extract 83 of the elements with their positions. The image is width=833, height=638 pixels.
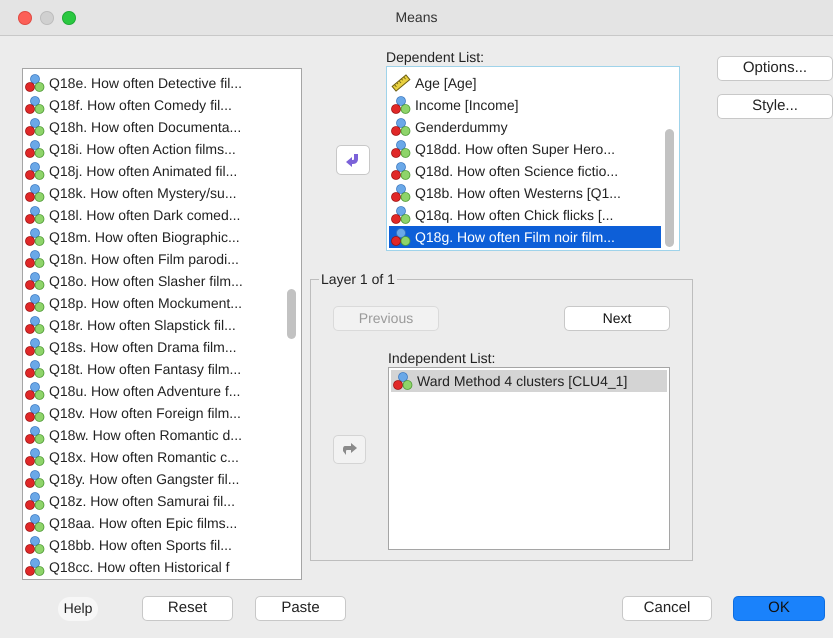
list-item[interactable]: Q18n. How often Film parodi... [25,248,283,270]
move-left-button[interactable] [336,145,370,175]
list-item[interactable]: Q18u. How often Adventure f... [25,380,283,402]
nominal-variable-icon [25,558,45,576]
list-item[interactable]: Q18m. How often Biographic... [25,226,283,248]
list-item[interactable]: Q18k. How often Mystery/su... [25,182,283,204]
nominal-variable-icon [25,162,45,180]
next-button[interactable]: Next [564,306,670,331]
nominal-variable-icon [391,184,411,202]
close-button[interactable] [18,10,32,24]
zoom-button[interactable] [62,10,76,24]
nominal-variable-icon [25,316,45,334]
nominal-variable-icon [25,492,45,510]
list-item[interactable]: Ward Method 4 clusters [CLU4_1] [391,370,667,392]
cancel-button[interactable]: Cancel [622,596,712,621]
list-item[interactable]: Q18i. How often Action films... [25,138,283,160]
nominal-variable-icon [25,206,45,224]
variable-list[interactable] [22,68,302,580]
nominal-variable-icon [391,162,411,180]
nominal-variable-icon [25,250,45,268]
list-item[interactable]: Q18aa. How often Epic films... [25,512,283,534]
list-item[interactable]: Q18z. How often Samurai fil... [25,490,283,512]
nominal-variable-icon [25,448,45,466]
list-item[interactable]: Q18y. How often Gangster fil... [25,468,283,490]
list-item[interactable]: Q18dd. How often Super Hero... [389,138,661,160]
list-item[interactable]: Q18p. How often Mockument... [25,292,283,314]
list-item[interactable]: Q18t. How often Fantasy film... [25,358,283,380]
nominal-variable-icon [25,514,45,532]
list-item[interactable]: Genderdummy [389,116,661,138]
list-item[interactable]: Age [Age] [389,72,661,94]
independent-list[interactable]: Ward Method 4 clusters [CLU4_1] [388,367,670,550]
nominal-variable-icon [391,96,411,114]
nominal-variable-icon [25,118,45,136]
help-button[interactable]: Help [58,596,98,620]
list-item[interactable]: Q18l. How often Dark comed... [25,204,283,226]
list-item[interactable]: Q18s. How often Drama film... [25,336,283,358]
list-item[interactable]: Q18f. How often Comedy fil... [25,94,283,116]
dialog-button[interactable]: Paste [255,596,346,621]
nominal-variable-icon [25,228,45,246]
list-label: Dependent List: [386,48,486,66]
list-item[interactable]: Q18q. How often Chick flicks [... [389,204,661,226]
nominal-variable-icon [25,536,45,554]
nominal-variable-icon [25,272,45,290]
nominal-variable-icon [25,338,45,356]
list-item[interactable]: Q18v. How often Foreign film... [25,402,283,424]
dialog-button[interactable]: Options... [717,56,833,81]
nominal-variable-icon [391,206,411,224]
nominal-variable-icon [391,118,411,136]
list-item[interactable]: Q18x. How often Romantic c... [25,446,283,468]
nominal-variable-icon [25,426,45,444]
list-item[interactable]: Q18b. How often Westerns [Q1... [389,182,661,204]
list-item[interactable]: Q18w. How often Romantic d... [25,424,283,446]
window-title: Means [395,8,438,27]
nominal-variable-icon [391,228,411,246]
list-item[interactable]: Q18cc. How often Historical f [25,556,283,578]
list-item[interactable]: Q18o. How often Slasher film... [25,270,283,292]
list-label: Independent List: [388,349,496,367]
list-item[interactable]: Q18r. How often Slapstick fil... [25,314,283,336]
nominal-variable-icon [25,140,45,158]
dialog-button[interactable]: Reset [142,596,233,621]
list-item[interactable]: Q18d. How often Science fictio... [389,160,661,182]
dialog-button[interactable]: Style... [717,94,833,119]
dependent-list[interactable] [386,66,680,251]
list-item[interactable]: Q18bb. How often Sports fil... [25,534,283,556]
nominal-variable-icon [25,470,45,488]
nominal-variable-icon [391,140,411,158]
nominal-variable-icon [25,360,45,378]
scrollbar-thumb[interactable] [287,289,296,339]
list-item[interactable]: Q18h. How often Documenta... [25,116,283,138]
nominal-variable-icon [393,372,413,390]
nominal-variable-icon [25,74,45,92]
nominal-variable-icon [25,404,45,422]
list-item[interactable]: Income [Income] [389,94,661,116]
list-item[interactable]: Q18g. How often Film noir film... [389,226,661,248]
list-item[interactable]: Q18e. How often Detective fil... [25,72,283,94]
ok-button[interactable]: OK [733,596,825,621]
nominal-variable-icon [25,294,45,312]
nominal-variable-icon [25,184,45,202]
nominal-variable-icon [25,382,45,400]
scrollbar-thumb[interactable] [665,129,674,247]
list-item[interactable]: Q18j. How often Animated fil... [25,160,283,182]
group-title: Layer 1 of 1 [320,270,396,289]
nominal-variable-icon [25,96,45,114]
